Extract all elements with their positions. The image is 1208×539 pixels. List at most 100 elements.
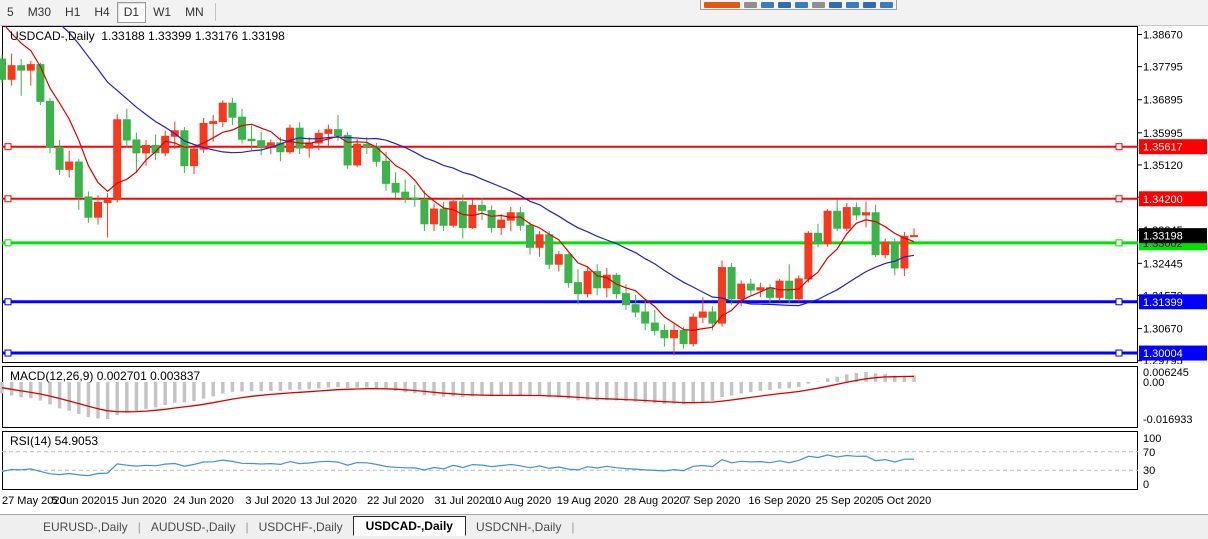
line-handle bbox=[5, 144, 11, 150]
candle-body bbox=[546, 235, 553, 264]
line-handle bbox=[5, 240, 11, 246]
candle-body bbox=[143, 145, 150, 152]
candle-body bbox=[450, 202, 457, 226]
line-handle bbox=[5, 299, 11, 305]
date-tick-label: 25 Sep 2020 bbox=[816, 495, 878, 507]
timeframe-button-h4[interactable]: H4 bbox=[87, 2, 116, 23]
terminal-window: 5M30H1H4D1W1MN USDCAD-,Daily 1.33188 1.3… bbox=[0, 0, 1208, 539]
date-tick-label: 16 Sep 2020 bbox=[748, 495, 810, 507]
quick-access-toolbar[interactable] bbox=[700, 0, 897, 10]
candle-body bbox=[709, 312, 716, 323]
candle-body bbox=[335, 130, 342, 136]
candle-body bbox=[37, 65, 44, 102]
tab-separator: | bbox=[571, 520, 574, 534]
candle-body bbox=[575, 283, 582, 294]
price-tick-label: 1.32445 bbox=[1143, 258, 1183, 270]
timeframe-button-5[interactable]: 5 bbox=[0, 2, 21, 23]
candle-body bbox=[104, 200, 111, 203]
line-handle bbox=[1116, 196, 1122, 202]
timeframe-button-mn[interactable]: MN bbox=[178, 2, 211, 23]
candle-body bbox=[258, 141, 265, 147]
broker-logo-icon[interactable] bbox=[704, 2, 740, 8]
candle-body bbox=[354, 144, 361, 165]
candle-body bbox=[229, 103, 236, 117]
quick-tool-icon[interactable] bbox=[744, 2, 757, 8]
rsi-label: RSI(14) 54.9053 bbox=[10, 434, 98, 448]
candle-body bbox=[555, 255, 562, 265]
tab-usdcaddaily[interactable]: USDCAD-,Daily bbox=[353, 516, 466, 536]
candle-body bbox=[805, 233, 812, 279]
candle-body bbox=[248, 139, 255, 140]
macd-indicator-panel[interactable]: MACD(12,26,9) 0.002701 0.003837 0.006245… bbox=[0, 366, 1208, 429]
line-handle bbox=[1116, 350, 1122, 356]
candle-body bbox=[527, 225, 534, 247]
rsi-axis-label: 0 bbox=[1143, 479, 1149, 491]
candle-body bbox=[27, 65, 34, 71]
date-tick-label: 15 Jun 2020 bbox=[106, 495, 167, 507]
price-tick-label: 1.36895 bbox=[1143, 95, 1183, 107]
candle-body bbox=[651, 323, 658, 330]
price-tick-label: 1.30670 bbox=[1143, 324, 1183, 336]
candle-body bbox=[0, 59, 6, 79]
candle-body bbox=[210, 122, 217, 124]
candle-body bbox=[85, 197, 92, 217]
date-tick-label: 5 Jun 2020 bbox=[52, 495, 106, 507]
candle-body bbox=[219, 103, 226, 121]
candle-body bbox=[642, 312, 649, 323]
rsi-axis-label: 30 bbox=[1143, 465, 1155, 477]
quick-tool-icon[interactable] bbox=[863, 2, 876, 8]
quick-tool-icon[interactable] bbox=[778, 2, 791, 8]
candle-body bbox=[699, 312, 706, 317]
candle-body bbox=[728, 268, 735, 299]
quick-tool-icon[interactable] bbox=[812, 2, 825, 8]
date-tick-label: 19 Aug 2020 bbox=[557, 495, 619, 507]
candle-body bbox=[623, 294, 630, 305]
rsi-svg[interactable]: 10070300 bbox=[0, 431, 1208, 491]
candle-body bbox=[882, 242, 889, 255]
svg-text:1.31399: 1.31399 bbox=[1143, 297, 1183, 309]
line-handle bbox=[1116, 144, 1122, 150]
quick-tool-icon[interactable] bbox=[795, 2, 808, 8]
candle-body bbox=[824, 211, 831, 243]
tab-eurusddaily[interactable]: EURUSD-,Daily bbox=[33, 518, 138, 536]
toolbar-separator bbox=[215, 3, 216, 21]
candle-body bbox=[747, 284, 754, 290]
symbol-tab-bar: EURUSD-,Daily|AUDUSD-,Daily|USDCHF-,Dail… bbox=[0, 514, 1208, 539]
macd-axis-label: -0.016933 bbox=[1143, 414, 1193, 426]
candle-body bbox=[853, 208, 860, 215]
price-chart-svg[interactable]: 1.386701.377951.368951.359951.351201.342… bbox=[0, 26, 1208, 364]
candle-body bbox=[95, 202, 102, 217]
candle-body bbox=[911, 236, 918, 237]
candle-body bbox=[431, 209, 438, 224]
chart-ohlc-title: USDCAD-,Daily 1.33188 1.33399 1.33176 1.… bbox=[10, 29, 285, 43]
tab-audusddaily[interactable]: AUDUSD-,Daily bbox=[141, 518, 246, 536]
svg-text:1.34200: 1.34200 bbox=[1143, 194, 1183, 206]
candle-body bbox=[498, 220, 505, 227]
date-tick-label: 31 Jul 2020 bbox=[434, 495, 491, 507]
date-tick-label: 10 Aug 2020 bbox=[489, 495, 551, 507]
date-tick-label: 24 Jun 2020 bbox=[173, 495, 234, 507]
timeframe-button-m30[interactable]: M30 bbox=[21, 2, 58, 23]
timeframe-button-h1[interactable]: H1 bbox=[58, 2, 87, 23]
price-tick-label: 1.37795 bbox=[1143, 62, 1183, 74]
date-tick-label: 7 Sep 2020 bbox=[684, 495, 740, 507]
quick-tool-icon[interactable] bbox=[761, 2, 774, 8]
candle-body bbox=[411, 198, 418, 199]
price-chart-panel[interactable]: USDCAD-,Daily 1.33188 1.33399 1.33176 1.… bbox=[0, 26, 1208, 364]
rsi-indicator-panel[interactable]: RSI(14) 54.9053 10070300 bbox=[0, 431, 1208, 491]
quick-tool-icon[interactable] bbox=[829, 2, 842, 8]
timeframe-button-d1[interactable]: D1 bbox=[117, 2, 146, 23]
timeframe-toolbar: 5M30H1H4D1W1MN bbox=[0, 0, 1208, 26]
macd-axis-label: 0.00 bbox=[1143, 377, 1164, 389]
tab-usdcnhdaily[interactable]: USDCNH-,Daily bbox=[466, 518, 571, 536]
price-tick-label: 1.38670 bbox=[1143, 29, 1183, 41]
quick-tool-icon[interactable] bbox=[846, 2, 859, 8]
candle-body bbox=[363, 144, 370, 146]
candle-body bbox=[56, 147, 63, 169]
timeframe-button-w1[interactable]: W1 bbox=[146, 2, 178, 23]
quick-tool-icon[interactable] bbox=[880, 2, 893, 8]
candle-body bbox=[123, 120, 130, 140]
rsi-border bbox=[3, 432, 1138, 490]
date-axis[interactable]: 27 May 20205 Jun 202015 Jun 202024 Jun 2… bbox=[0, 492, 1208, 513]
tab-usdchfdaily[interactable]: USDCHF-,Daily bbox=[249, 518, 353, 536]
